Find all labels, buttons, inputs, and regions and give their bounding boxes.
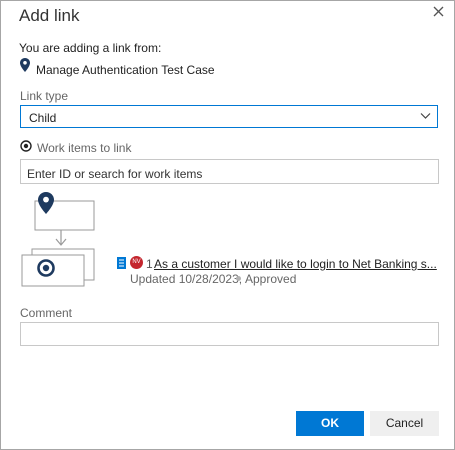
add-link-dialog: Add link You are adding a link from: Man… <box>0 0 455 450</box>
work-item-title-link[interactable]: As a customer I would like to login to N… <box>154 257 437 271</box>
comment-input[interactable] <box>20 322 439 346</box>
link-type-value: Child <box>29 111 57 125</box>
work-items-label: Work items to link <box>37 141 132 155</box>
location-pin-icon <box>20 58 30 72</box>
close-icon[interactable] <box>431 4 447 20</box>
dialog-title: Add link <box>19 6 80 25</box>
source-intro-text: You are adding a link from: <box>19 41 162 55</box>
state-indicator <box>236 276 241 281</box>
link-type-dropdown[interactable]: Child <box>20 105 438 128</box>
link-type-label: Link type <box>20 89 69 103</box>
ok-button[interactable]: OK <box>296 411 364 436</box>
source-item-name: Manage Authentication Test Case <box>36 63 215 77</box>
work-item-search-input[interactable]: Enter ID or search for work items <box>20 159 439 184</box>
link-type-diagram <box>21 192 95 287</box>
work-item-state: Approved <box>245 272 297 286</box>
avatar: NV <box>130 256 143 269</box>
work-item-search-placeholder: Enter ID or search for work items <box>27 167 203 181</box>
chevron-down-icon <box>420 113 431 119</box>
work-item-updated: Updated 10/28/2023, <box>130 272 243 286</box>
comment-label: Comment <box>20 306 73 320</box>
work-item-id: 1 <box>146 257 153 271</box>
cancel-button[interactable]: Cancel <box>370 411 439 436</box>
target-icon <box>20 140 32 152</box>
requirement-icon <box>117 257 126 269</box>
